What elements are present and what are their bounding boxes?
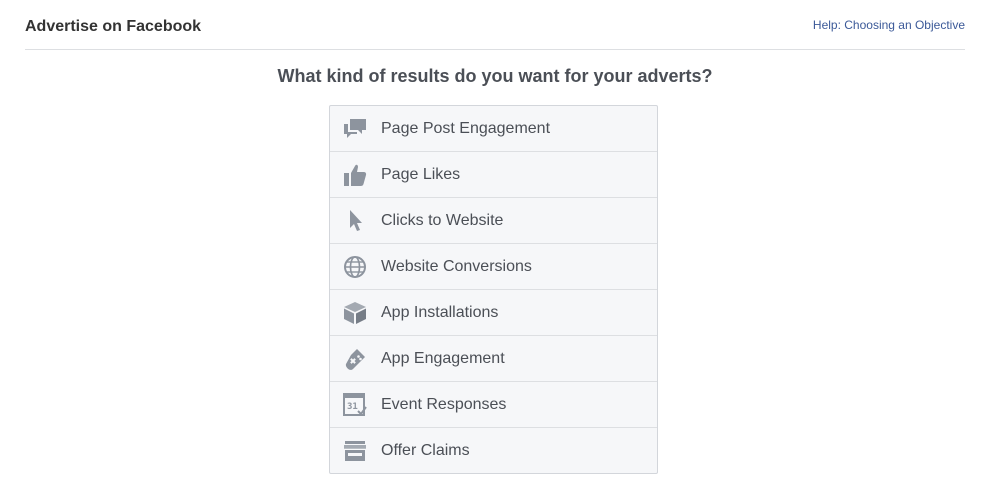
objective-app-installations[interactable]: App Installations: [330, 290, 657, 336]
objective-label: Page Likes: [381, 166, 461, 183]
objective-offer-claims[interactable]: Offer Claims: [330, 428, 657, 473]
calendar-icon: 31: [342, 393, 368, 417]
page-header: Advertise on Facebook Help: Choosing an …: [25, 0, 965, 50]
objective-list: Page Post Engagement Page Likes Clicks t…: [329, 105, 658, 474]
objective-label: Offer Claims: [381, 442, 470, 459]
globe-icon: [342, 255, 368, 279]
objective-page-post-engagement[interactable]: Page Post Engagement: [330, 106, 657, 152]
box-icon: [342, 301, 368, 325]
objective-page-likes[interactable]: Page Likes: [330, 152, 657, 198]
thumbs-up-icon: [342, 163, 368, 187]
objective-app-engagement[interactable]: App Engagement: [330, 336, 657, 382]
objective-website-conversions[interactable]: Website Conversions: [330, 244, 657, 290]
objective-label: App Installations: [381, 304, 499, 321]
objective-label: Website Conversions: [381, 258, 532, 275]
objective-label: Event Responses: [381, 396, 507, 413]
svg-text:31: 31: [347, 402, 358, 412]
gamepad-icon: [342, 347, 368, 371]
help-choosing-objective-link[interactable]: Help: Choosing an Objective: [813, 18, 965, 32]
page-title: Advertise on Facebook: [25, 18, 202, 35]
objective-label: Clicks to Website: [381, 212, 504, 229]
objective-clicks-to-website[interactable]: Clicks to Website: [330, 198, 657, 244]
objective-event-responses[interactable]: 31 Event Responses: [330, 382, 657, 428]
cursor-icon: [342, 209, 368, 233]
objective-question: What kind of results do you want for you…: [277, 66, 713, 86]
store-icon: [342, 439, 368, 463]
objective-label: Page Post Engagement: [381, 120, 551, 137]
speech-bubbles-icon: [342, 117, 368, 141]
objective-label: App Engagement: [381, 350, 505, 367]
